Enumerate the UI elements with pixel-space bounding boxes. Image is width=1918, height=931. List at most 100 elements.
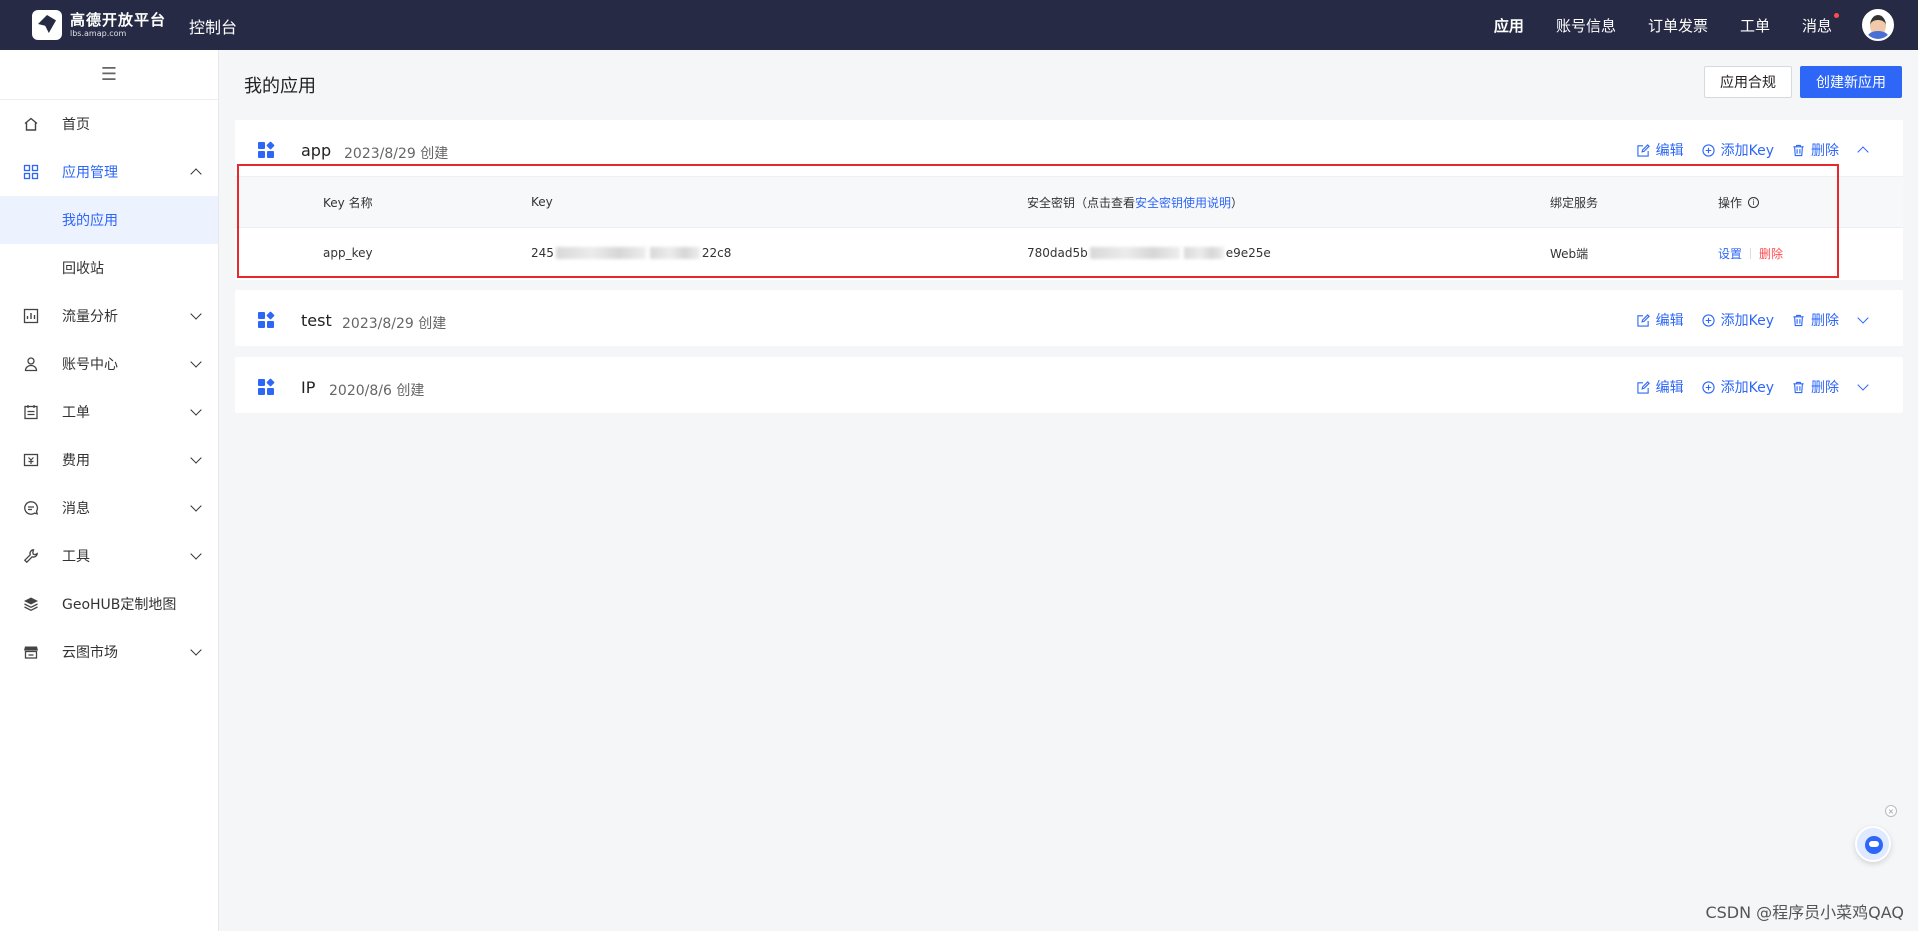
- plus-circle-icon: [1701, 143, 1715, 157]
- amap-logo[interactable]: 高德开放平台 lbs.amap.com: [32, 9, 166, 41]
- add-key-label: 添加Key: [1720, 380, 1774, 396]
- home-icon: [22, 115, 40, 133]
- ticket-icon: [22, 403, 40, 421]
- app-card-header[interactable]: IP 2020/8/6 创建 编辑 添加Key 删除: [235, 357, 1903, 413]
- edit-button[interactable]: 编辑: [1636, 140, 1684, 160]
- sidebar-item-label: 账号中心: [62, 357, 118, 373]
- nav-messages-label: 消息: [1801, 16, 1832, 35]
- sidebar-item-account-center[interactable]: 账号中心: [0, 340, 218, 388]
- edit-label: 编辑: [1655, 143, 1684, 159]
- nav-account-info[interactable]: 账号信息: [1556, 15, 1616, 36]
- chart-icon: [22, 307, 40, 325]
- trash-icon: [1793, 144, 1804, 156]
- top-navigation-bar: 高德开放平台 lbs.amap.com 控制台 应用 账号信息 订单发票 工单 …: [0, 0, 1918, 50]
- sidebar-item-tools[interactable]: 工具: [0, 532, 218, 580]
- delete-button[interactable]: 删除: [1792, 377, 1839, 397]
- add-key-button[interactable]: 添加Key: [1701, 140, 1774, 160]
- app-actions: 编辑 添加Key 删除: [1619, 310, 1869, 330]
- add-key-button[interactable]: 添加Key: [1701, 377, 1774, 397]
- plus-circle-icon: [1701, 380, 1715, 394]
- app-icon: [258, 311, 275, 328]
- wrench-icon: [22, 547, 40, 565]
- fee-icon: [22, 451, 40, 469]
- app-name: test: [301, 311, 332, 330]
- chevron-up-icon[interactable]: [1857, 146, 1869, 158]
- logo-subtitle: lbs.amap.com: [70, 29, 127, 38]
- secret-usage-link[interactable]: 安全密钥使用说明: [1135, 194, 1231, 211]
- sidebar-item-cloud-market[interactable]: 云图市场: [0, 628, 218, 676]
- app-created-date: 2020/8/6 创建: [329, 383, 425, 399]
- info-icon[interactable]: i: [1748, 196, 1760, 208]
- sidebar-item-messages[interactable]: 消息: [0, 484, 218, 532]
- redacted-blur: [555, 247, 646, 259]
- chevron-down-icon: [190, 644, 202, 656]
- delete-label: 删除: [1811, 380, 1839, 396]
- chevron-down-icon: [190, 404, 202, 416]
- col-key: Key: [531, 195, 553, 209]
- nav-apps[interactable]: 应用: [1494, 15, 1524, 36]
- sidebar-item-app-management[interactable]: 应用管理: [0, 148, 218, 196]
- plus-circle-icon: [1701, 313, 1715, 327]
- app-name: IP: [301, 378, 316, 397]
- edit-button[interactable]: 编辑: [1636, 310, 1684, 330]
- key-table: Key 名称 Key 安全密钥（点击查看 安全密钥使用说明） 绑定服务 操作 i a…: [235, 176, 1903, 277]
- delete-button[interactable]: 删除: [1792, 310, 1839, 330]
- edit-button[interactable]: 编辑: [1636, 377, 1684, 397]
- chevron-down-icon[interactable]: [1857, 379, 1869, 391]
- app-card-header[interactable]: app 2023/8/29 创建 编辑 添加Key 删除: [235, 120, 1903, 176]
- trash-icon: [1793, 314, 1804, 326]
- chevron-down-icon: [190, 500, 202, 512]
- trash-icon: [1793, 381, 1804, 393]
- page-title: 我的应用: [244, 76, 316, 97]
- key-table-header: Key 名称 Key 安全密钥（点击查看 安全密钥使用说明） 绑定服务 操作 i: [235, 177, 1903, 227]
- nav-messages[interactable]: 消息: [1801, 12, 1839, 36]
- delete-button[interactable]: 删除: [1792, 140, 1839, 160]
- logo-title: 高德开放平台: [70, 11, 167, 29]
- sidebar-item-label: 首页: [62, 117, 90, 133]
- edit-label: 编辑: [1655, 313, 1684, 329]
- key-value: 245 22c8: [531, 246, 732, 260]
- security-secret-value[interactable]: 780dad5b e9e25e: [1027, 228, 1271, 278]
- sidebar-item-tickets[interactable]: 工单: [0, 388, 218, 436]
- sidebar-item-label: 流量分析: [62, 309, 118, 325]
- user-icon: [22, 355, 40, 373]
- create-app-button[interactable]: 创建新应用: [1800, 66, 1902, 98]
- sidebar-item-label: 费用: [62, 453, 90, 469]
- chevron-down-icon[interactable]: [1857, 312, 1869, 324]
- sidebar-item-home[interactable]: 首页: [0, 100, 218, 148]
- unread-dot: [1834, 12, 1839, 18]
- sidebar-item-recycle-bin[interactable]: 回收站: [0, 244, 218, 292]
- user-avatar[interactable]: [1862, 9, 1894, 41]
- sidebar-item-label: 云图市场: [62, 645, 118, 661]
- add-key-button[interactable]: 添加Key: [1701, 310, 1774, 330]
- app-created-date: 2023/8/29 创建: [342, 316, 447, 332]
- app-actions: 编辑 添加Key 删除: [1619, 140, 1869, 160]
- edit-icon: [1636, 313, 1650, 327]
- edit-icon: [1636, 380, 1650, 394]
- sidebar-item-label: 消息: [62, 501, 90, 517]
- logo-icon: [32, 10, 62, 40]
- add-key-label: 添加Key: [1720, 313, 1774, 329]
- grid-icon: [22, 163, 40, 181]
- console-title[interactable]: 控制台: [189, 14, 237, 38]
- menu-toggle-icon[interactable]: ☰: [0, 50, 218, 100]
- settings-link[interactable]: 设置: [1718, 245, 1742, 262]
- app-created-date: 2023/8/29 创建: [344, 146, 449, 162]
- sidebar-item-label: 工单: [62, 405, 90, 421]
- chevron-down-icon: [190, 308, 202, 320]
- app-compliance-button[interactable]: 应用合规: [1704, 66, 1792, 98]
- sidebar-item-traffic-analysis[interactable]: 流量分析: [0, 292, 218, 340]
- sidebar-item-geohub[interactable]: GeoHUB定制地图: [0, 580, 218, 628]
- close-icon[interactable]: ×: [1885, 805, 1897, 817]
- customer-service-icon[interactable]: [1855, 826, 1891, 862]
- delete-key-link[interactable]: 删除: [1759, 245, 1783, 262]
- key-name: app_key: [323, 246, 373, 260]
- sidebar-item-my-apps[interactable]: 我的应用: [0, 196, 218, 244]
- chevron-up-icon: [190, 168, 202, 180]
- app-card-header[interactable]: test 2023/8/29 创建 编辑 添加Key 删除: [235, 290, 1903, 346]
- top-nav: 应用 账号信息 订单发票 工单 消息: [1494, 0, 1918, 50]
- col-operations: 操作 i: [1718, 177, 1760, 227]
- nav-tickets[interactable]: 工单: [1740, 15, 1770, 36]
- nav-orders-invoices[interactable]: 订单发票: [1648, 15, 1708, 36]
- sidebar-item-fees[interactable]: 费用: [0, 436, 218, 484]
